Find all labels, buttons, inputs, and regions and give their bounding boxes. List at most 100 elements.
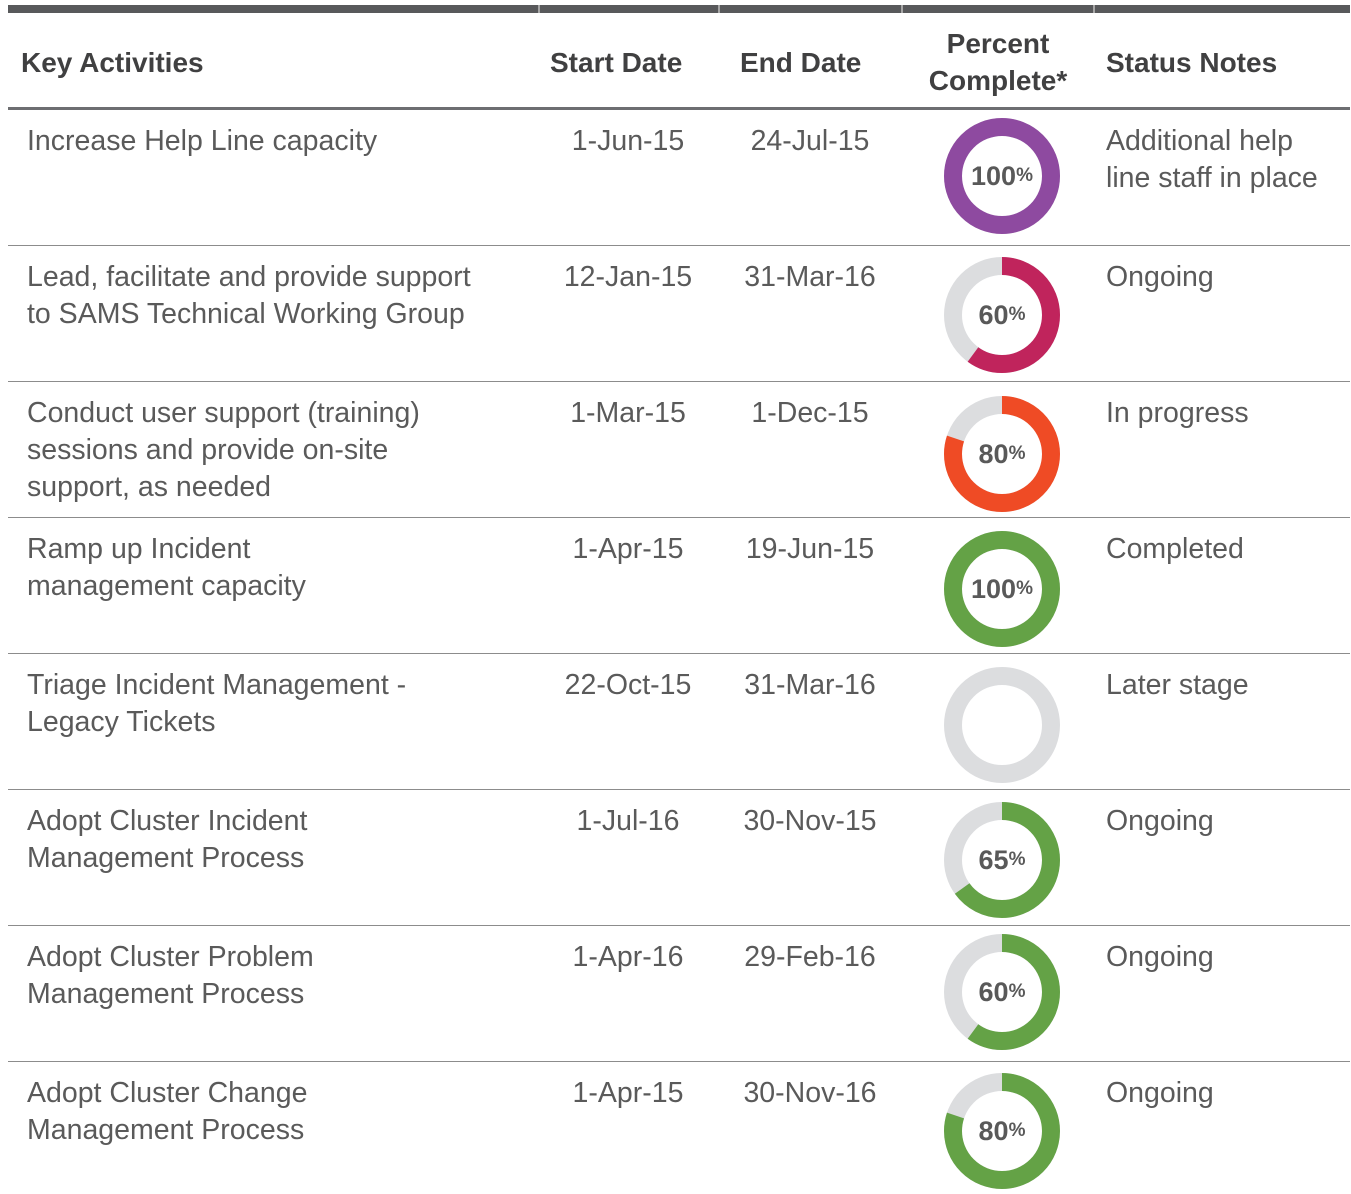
percent-label: 100% <box>943 530 1061 648</box>
header-end-date: End Date <box>740 47 862 78</box>
start-date-cell: 1-Jul-16 <box>576 805 680 837</box>
status-notes-cell: Ongoing <box>1106 1075 1346 1112</box>
percent-sign: % <box>1008 304 1026 325</box>
percent-value: 65 <box>978 844 1009 875</box>
end-date-cell: 19-Jun-15 <box>745 533 875 565</box>
table-header: Key Activities Start Date End Date Perce… <box>8 13 1350 110</box>
percent-label: 100% <box>943 117 1061 235</box>
start-date-cell: 1-Mar-15 <box>570 397 686 429</box>
header-percent-complete: Percent Complete* <box>903 25 1093 99</box>
status-note-line: Ongoing <box>1106 805 1214 837</box>
status-note-line: Completed <box>1106 533 1244 565</box>
activity-cell: Conduct user support (training) sessions … <box>27 395 527 506</box>
status-notes-cell: Ongoing <box>1106 259 1346 296</box>
percent-sign: % <box>1016 165 1033 186</box>
end-date-cell: 24-Jul-15 <box>750 125 870 157</box>
table-row: Conduct user support (training) sessions … <box>8 381 1350 517</box>
top-rule <box>8 5 1350 13</box>
status-notes-cell: Ongoing <box>1106 803 1346 840</box>
activity-cell: Adopt Cluster Problem Management Process <box>27 939 527 1013</box>
activity-line: Management Process <box>27 978 305 1010</box>
start-date-cell: 22-Oct-15 <box>564 669 692 701</box>
percent-label: 60% <box>943 933 1061 1051</box>
top-rule-divider <box>718 5 720 13</box>
activity-line: management capacity <box>27 570 306 602</box>
percent-donut: 80% <box>943 1072 1061 1190</box>
status-notes-cell: Completed <box>1106 531 1346 568</box>
end-date-cell: 1-Dec-15 <box>751 397 869 429</box>
end-date-cell: 31-Mar-16 <box>744 669 876 701</box>
percent-donut <box>943 666 1061 784</box>
start-date-cell: 12-Jan-15 <box>563 261 693 293</box>
header-percent-line2: Complete* <box>928 65 1068 96</box>
percent-sign: % <box>1008 981 1026 1002</box>
header-key-activities: Key Activities <box>21 47 204 78</box>
activity-line: Adopt Cluster Problem <box>27 941 314 973</box>
activity-cell: Increase Help Line capacity <box>27 123 527 160</box>
start-date-cell: 1-Apr-15 <box>572 533 684 565</box>
header-start-date: Start Date <box>550 47 683 78</box>
table-row: Increase Help Line capacity 1-Jun-15 24-Ju… <box>8 110 1350 245</box>
status-notes-cell: Later stage <box>1106 667 1346 704</box>
start-date-cell: 1-Apr-15 <box>572 1077 684 1109</box>
activity-cell: Ramp up Incident management capacity <box>27 531 527 605</box>
donut-chart <box>944 667 1060 783</box>
status-notes-cell: Ongoing <box>1106 939 1346 976</box>
status-note-line: Ongoing <box>1106 941 1214 973</box>
table-row: Adopt Cluster Problem Management Process 1… <box>8 925 1350 1061</box>
header-status-notes: Status Notes <box>1106 47 1278 78</box>
percent-donut: 100% <box>943 117 1061 235</box>
status-note-line: Later stage <box>1106 669 1249 701</box>
header-percent-line1: Percent <box>946 28 1050 59</box>
status-notes-cell: Additional help line staff in place <box>1106 123 1346 197</box>
activity-cell: Adopt Cluster Incident Management Process <box>27 803 527 877</box>
top-rule-divider <box>1093 5 1095 13</box>
status-notes-cell: In progress <box>1106 395 1346 432</box>
activity-line: Increase Help Line capacity <box>27 125 378 157</box>
percent-donut: 65% <box>943 801 1061 919</box>
activity-cell: Triage Incident Management - Legacy Ticke… <box>27 667 527 741</box>
activity-line: support, as needed <box>27 471 272 503</box>
percent-donut: 60% <box>943 933 1061 1051</box>
activity-line: Conduct user support (training) <box>27 397 420 429</box>
table-row: Lead, facilitate and provide support to S… <box>8 245 1350 381</box>
donut-track <box>944 667 1060 783</box>
table-row: Ramp up Incident management capacity 1-Apr… <box>8 517 1350 653</box>
percent-sign: % <box>1008 849 1026 870</box>
end-date-cell: 30-Nov-16 <box>743 1077 877 1109</box>
status-note-line: Additional help <box>1106 125 1293 157</box>
percent-value: 60 <box>978 976 1009 1007</box>
activity-line: Legacy Tickets <box>27 706 216 738</box>
percent-label: 60% <box>943 256 1061 374</box>
table-row: Adopt Cluster Incident Management Process… <box>8 789 1350 925</box>
end-date-cell: 29-Feb-16 <box>744 941 876 973</box>
activity-line: Lead, facilitate and provide support <box>27 261 471 293</box>
table-row: Adopt Cluster Change Management Process 1-… <box>8 1061 1350 1194</box>
end-date-cell: 30-Nov-15 <box>743 805 877 837</box>
percent-sign: % <box>1008 1120 1026 1141</box>
status-note-line: line staff in place <box>1106 162 1318 194</box>
top-rule-divider <box>901 5 903 13</box>
activity-cell: Adopt Cluster Change Management Process <box>27 1075 527 1149</box>
percent-donut: 100% <box>943 530 1061 648</box>
activity-line: Adopt Cluster Incident <box>27 805 308 837</box>
activity-line: Ramp up Incident <box>27 533 251 565</box>
table-row: Triage Incident Management - Legacy Ticke… <box>8 653 1350 789</box>
activity-line: Management Process <box>27 842 305 874</box>
percent-label: 80% <box>943 1072 1061 1190</box>
percent-value: 80 <box>978 438 1009 469</box>
activity-cell: Lead, facilitate and provide support to S… <box>27 259 527 333</box>
percent-value: 80 <box>978 1115 1009 1146</box>
percent-sign: % <box>1008 443 1026 464</box>
percent-sign: % <box>1016 578 1033 599</box>
activity-line: Triage Incident Management - <box>27 669 407 701</box>
status-note-line: In progress <box>1106 397 1249 429</box>
percent-value: 100 <box>971 573 1017 604</box>
status-note-line: Ongoing <box>1106 261 1214 293</box>
activity-line: sessions and provide on-site <box>27 434 389 466</box>
percent-value: 60 <box>978 299 1009 330</box>
start-date-cell: 1-Jun-15 <box>571 125 685 157</box>
status-note-line: Ongoing <box>1106 1077 1214 1109</box>
end-date-cell: 31-Mar-16 <box>744 261 876 293</box>
percent-label: 65% <box>943 801 1061 919</box>
